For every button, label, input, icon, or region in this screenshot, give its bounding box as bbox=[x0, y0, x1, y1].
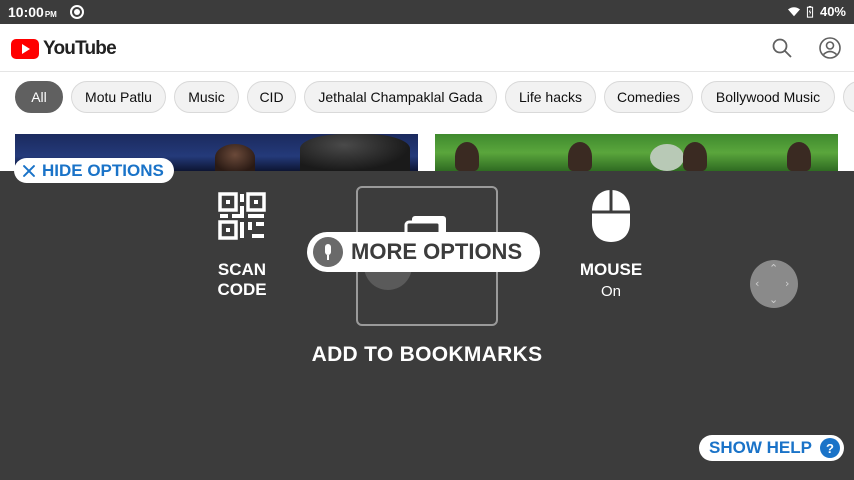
chip-motu-patlu[interactable]: Motu Patlu bbox=[71, 81, 166, 113]
chevron-up-icon: ⌃ bbox=[769, 262, 779, 275]
chip-life-hacks[interactable]: Life hacks bbox=[505, 81, 596, 113]
chevron-down-icon: ⌄ bbox=[769, 293, 779, 306]
thumbnail-figure bbox=[683, 142, 707, 171]
youtube-logo-text: YouTube bbox=[43, 38, 117, 59]
microphone-icon bbox=[313, 237, 343, 267]
show-help-button[interactable]: SHOW HELP ? bbox=[699, 435, 844, 461]
mouse-icon[interactable] bbox=[590, 188, 632, 244]
screen: 10:00PM 40% YouTube All Motu Patlu Music… bbox=[0, 0, 854, 480]
mouse-state: On bbox=[600, 283, 621, 300]
thumbnail-figure bbox=[300, 134, 410, 171]
status-time-value: 10:00 bbox=[8, 4, 44, 20]
scan-code-label[interactable]: SCAN CODE bbox=[193, 260, 291, 300]
status-bar: 10:00PM 40% bbox=[0, 0, 854, 24]
search-icon[interactable] bbox=[770, 36, 794, 60]
video-thumbnail[interactable] bbox=[435, 134, 838, 171]
youtube-play-icon bbox=[11, 39, 39, 59]
status-icons: 40% bbox=[787, 4, 846, 19]
wifi-icon bbox=[787, 6, 800, 16]
add-to-bookmarks-label[interactable]: ADD TO BOOKMARKS bbox=[300, 343, 554, 367]
hide-options-label: HIDE OPTIONS bbox=[42, 160, 164, 180]
battery-charging-icon bbox=[806, 5, 814, 18]
chip-more[interactable] bbox=[843, 81, 854, 113]
hide-options-button[interactable]: HIDE OPTIONS bbox=[14, 158, 174, 183]
battery-percent: 40% bbox=[819, 4, 846, 19]
more-options-label: MORE OPTIONS bbox=[351, 239, 523, 264]
mouse-label[interactable]: MOUSE bbox=[561, 260, 661, 280]
chip-music[interactable]: Music bbox=[174, 81, 239, 113]
status-time: 10:00PM bbox=[8, 4, 57, 20]
thumbnail-figure bbox=[568, 142, 592, 171]
focus-mode-icon bbox=[70, 5, 84, 19]
more-options-button[interactable]: MORE OPTIONS bbox=[307, 232, 541, 272]
chevron-left-icon: ‹ bbox=[755, 277, 760, 290]
show-help-label: SHOW HELP bbox=[709, 438, 812, 457]
status-ampm: PM bbox=[44, 10, 57, 19]
chip-jethalal[interactable]: Jethalal Champaklal Gada bbox=[304, 81, 497, 113]
thumbnail-figure bbox=[455, 142, 479, 171]
dpad-navigation-icon[interactable]: ⌃ ⌄ ‹ › bbox=[750, 260, 798, 308]
chip-all[interactable]: All bbox=[15, 81, 63, 113]
chip-cid[interactable]: CID bbox=[247, 81, 296, 113]
close-icon bbox=[22, 164, 36, 178]
qr-code-icon[interactable] bbox=[218, 192, 266, 240]
account-circle-icon[interactable] bbox=[818, 36, 842, 60]
help-icon: ? bbox=[819, 438, 840, 458]
app-header: YouTube bbox=[0, 24, 854, 72]
youtube-logo[interactable]: YouTube bbox=[11, 38, 117, 60]
thumbnail-figure bbox=[215, 144, 255, 171]
thumbnail-figure bbox=[787, 142, 811, 171]
chip-bollywood-music[interactable]: Bollywood Music bbox=[701, 81, 835, 113]
chevron-right-icon: › bbox=[785, 277, 790, 290]
chip-comedies[interactable]: Comedies bbox=[604, 81, 693, 113]
thumbnail-object bbox=[650, 144, 684, 171]
filter-chips: All Motu Patlu Music CID Jethalal Champa… bbox=[0, 72, 854, 122]
